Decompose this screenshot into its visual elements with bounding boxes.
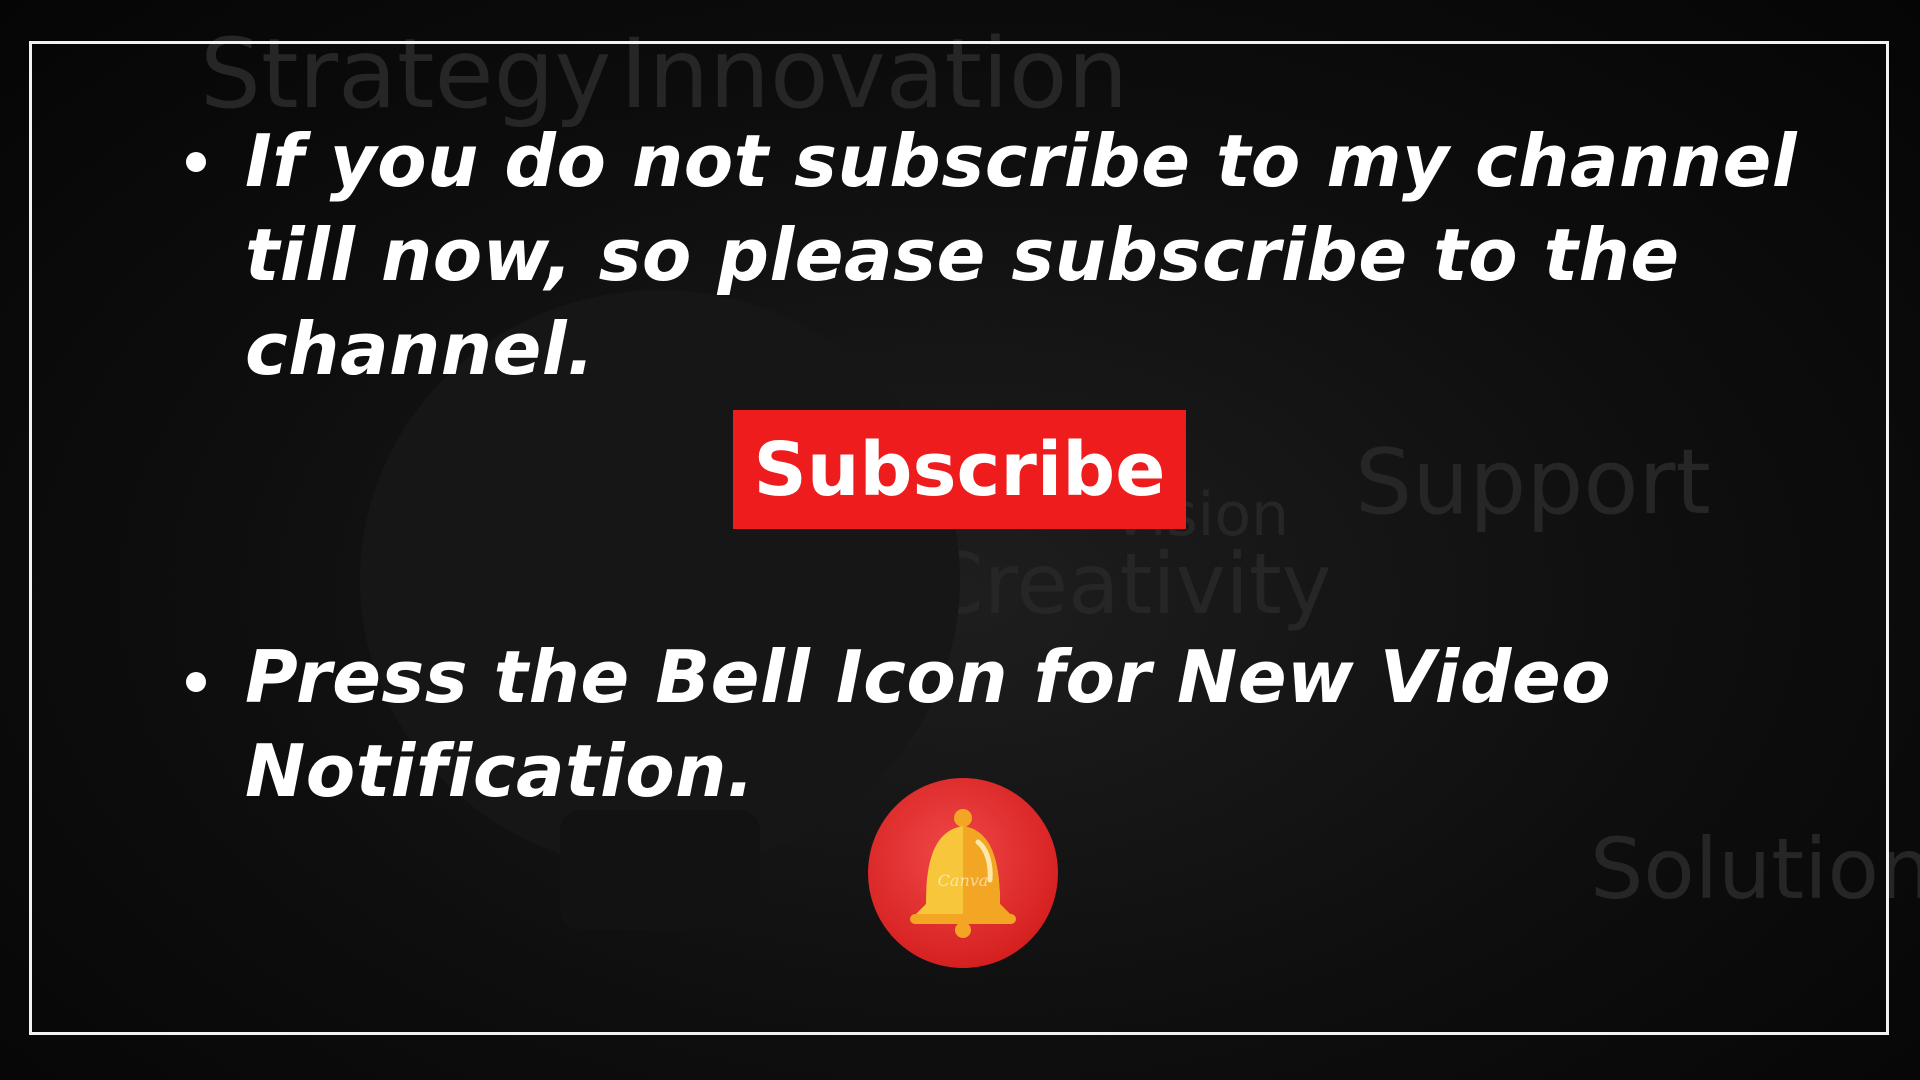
text-line: Press the Bell Icon for New Video xyxy=(245,635,1612,719)
bullet-dot xyxy=(186,672,206,692)
watermark-text: Canva xyxy=(938,871,989,890)
text-line: channel. xyxy=(245,307,595,391)
text-line: till now, so please subscribe to the xyxy=(245,213,1680,297)
bullet-dot xyxy=(186,152,206,172)
subscribe-button[interactable]: Subscribe xyxy=(733,410,1186,529)
text-line: If you do not subscribe to my channel xyxy=(245,119,1798,203)
bell-button[interactable]: Canva xyxy=(866,776,1060,970)
bell-icon: Canva xyxy=(868,778,1058,968)
